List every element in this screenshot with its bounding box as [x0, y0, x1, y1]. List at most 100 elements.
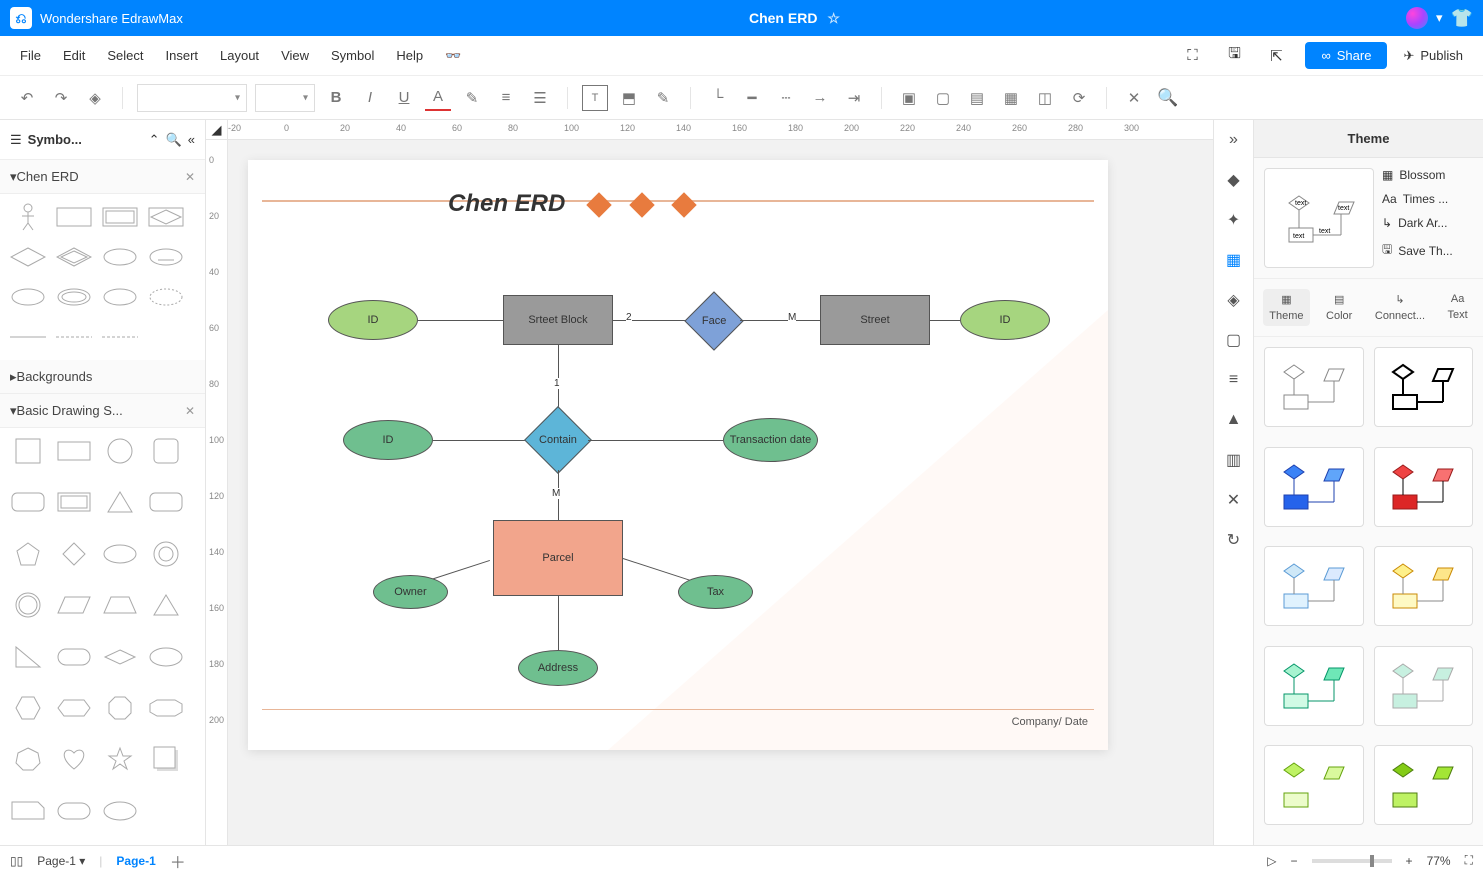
tab-text[interactable]: AaText [1442, 289, 1474, 326]
opt-blossom[interactable]: ▦Blossom [1382, 168, 1473, 182]
bshape-square[interactable] [8, 436, 48, 466]
zoom-slider[interactable] [1312, 859, 1392, 863]
line-jump-icon[interactable]: ⇥ [841, 85, 867, 111]
menu-view[interactable]: View [281, 48, 309, 64]
rail-history-icon[interactable]: ↻ [1220, 526, 1248, 554]
close-lib-icon[interactable]: ✕ [185, 170, 195, 184]
shape-attribute[interactable] [100, 242, 140, 272]
dash-style-icon[interactable]: ┄ [773, 85, 799, 111]
connector-type-icon[interactable]: └ [705, 85, 731, 111]
share-button[interactable]: ∞ Share [1305, 42, 1387, 69]
theme-card-9[interactable] [1264, 745, 1364, 825]
lib-backgrounds[interactable]: ▸ Backgrounds [0, 360, 205, 394]
bshape-shadowsq[interactable] [146, 744, 186, 774]
edge-contain-trans[interactable] [588, 440, 723, 441]
save-icon[interactable]: 🖫 [1221, 43, 1247, 69]
node-transaction[interactable]: Transaction date [723, 418, 818, 462]
shape-derived[interactable] [146, 282, 186, 312]
bshape-oct[interactable] [100, 693, 140, 723]
bshape-pill[interactable] [54, 796, 94, 826]
highlight-icon[interactable]: ✎ [459, 85, 485, 111]
bshape-tri2[interactable] [146, 590, 186, 620]
theme-card-2[interactable] [1374, 347, 1474, 427]
format-painter-icon[interactable]: ◈ [82, 85, 108, 111]
bshape-roundrect[interactable] [8, 487, 48, 517]
bshape-stadium[interactable] [54, 642, 94, 672]
edge-sb-face[interactable] [613, 320, 688, 321]
edge-face-street[interactable] [740, 320, 820, 321]
tab-connector[interactable]: ↳Connect... [1369, 289, 1431, 326]
align-text-icon[interactable]: ≡ [493, 85, 519, 111]
bshape-heart[interactable] [54, 744, 94, 774]
bshape-hept[interactable] [8, 744, 48, 774]
page-selector[interactable]: Page-1 ▾ [37, 854, 85, 868]
rail-shuffle-icon[interactable]: ✕ [1220, 486, 1248, 514]
undo-icon[interactable]: ↶ [14, 85, 40, 111]
search-icon[interactable]: 🔍 [1155, 85, 1181, 111]
node-contain[interactable]: Contain [524, 406, 592, 474]
fit-page-icon[interactable]: ⛶ [1179, 43, 1205, 69]
line-spacing-icon[interactable]: ☰ [527, 85, 553, 111]
page-tab-1[interactable]: Page-1 [116, 854, 155, 868]
menu-file[interactable]: File [20, 48, 41, 64]
bshape-ellipse3[interactable] [100, 796, 140, 826]
edge-parcel-address[interactable] [558, 596, 559, 650]
avatar-chevron-icon[interactable]: ▾ [1436, 10, 1443, 26]
font-family-dropdown[interactable] [137, 84, 247, 112]
bshape-ellipse2[interactable] [146, 642, 186, 672]
node-street-block[interactable]: Srteet Block [503, 295, 613, 345]
menu-glasses-icon[interactable]: 👓 [445, 48, 461, 64]
shape-weak-entity[interactable] [100, 202, 140, 232]
tab-color[interactable]: ▤Color [1320, 289, 1358, 326]
shape-person[interactable] [8, 202, 48, 232]
shape-attr3[interactable] [100, 282, 140, 312]
bshape-oct2[interactable] [146, 693, 186, 723]
rail-expand-icon[interactable]: » [1220, 126, 1248, 154]
redo-icon[interactable]: ↷ [48, 85, 74, 111]
theme-card-10[interactable] [1374, 745, 1474, 825]
page[interactable]: Chen ERD ID Srteet Block 2 Face M Street… [248, 160, 1108, 750]
fill-icon[interactable]: ⬒ [616, 85, 642, 111]
text-box-icon[interactable]: T [582, 85, 608, 111]
shape-line1[interactable] [8, 322, 48, 352]
menu-edit[interactable]: Edit [63, 48, 85, 64]
bshape-diamond[interactable] [54, 539, 94, 569]
shape-relationship[interactable] [8, 242, 48, 272]
opt-arrow[interactable]: ↳Dark Ar... [1382, 216, 1473, 230]
page-layout-icon[interactable]: ▯▯ [10, 854, 23, 868]
menu-symbol[interactable]: Symbol [331, 48, 374, 64]
zoom-level[interactable]: 77% [1427, 854, 1451, 868]
underline-icon[interactable]: U [391, 85, 417, 111]
theme-card-8[interactable] [1374, 646, 1474, 726]
close-lib2-icon[interactable]: ✕ [185, 404, 195, 418]
edge-street-id2[interactable] [930, 320, 960, 321]
menu-layout[interactable]: Layout [220, 48, 259, 64]
bshape-ellipse[interactable] [100, 539, 140, 569]
node-id3[interactable]: ID [343, 420, 433, 460]
node-tax[interactable]: Tax [678, 575, 753, 609]
bold-icon[interactable]: B [323, 85, 349, 111]
node-owner[interactable]: Owner [373, 575, 448, 609]
ungroup-icon[interactable]: ▢ [930, 85, 956, 111]
bshape-rtri[interactable] [8, 642, 48, 672]
shape-line2[interactable] [54, 322, 94, 352]
font-size-dropdown[interactable] [255, 84, 315, 112]
bshape-roundsq[interactable] [146, 436, 186, 466]
node-id2[interactable]: ID [960, 300, 1050, 340]
theme-card-4[interactable] [1374, 447, 1474, 527]
theme-card-3[interactable] [1264, 447, 1364, 527]
node-address[interactable]: Address [518, 650, 598, 686]
shape-attr2[interactable] [8, 282, 48, 312]
bshape-triangle[interactable] [100, 487, 140, 517]
bshape-trap[interactable] [100, 590, 140, 620]
align-objects-icon[interactable]: ▤ [964, 85, 990, 111]
rail-image-icon[interactable]: ▲ [1220, 406, 1248, 434]
node-street[interactable]: Street [820, 295, 930, 345]
line-weight-icon[interactable]: ━ [739, 85, 765, 111]
edge-id1-sb[interactable] [418, 320, 503, 321]
zoom-in-icon[interactable]: + [1406, 854, 1413, 868]
edge-parcel-owner[interactable] [428, 560, 490, 581]
bshape-pentagon[interactable] [8, 539, 48, 569]
export-icon[interactable]: ⇱ [1263, 43, 1289, 69]
fullscreen-icon[interactable]: ⛶ [1465, 853, 1473, 868]
